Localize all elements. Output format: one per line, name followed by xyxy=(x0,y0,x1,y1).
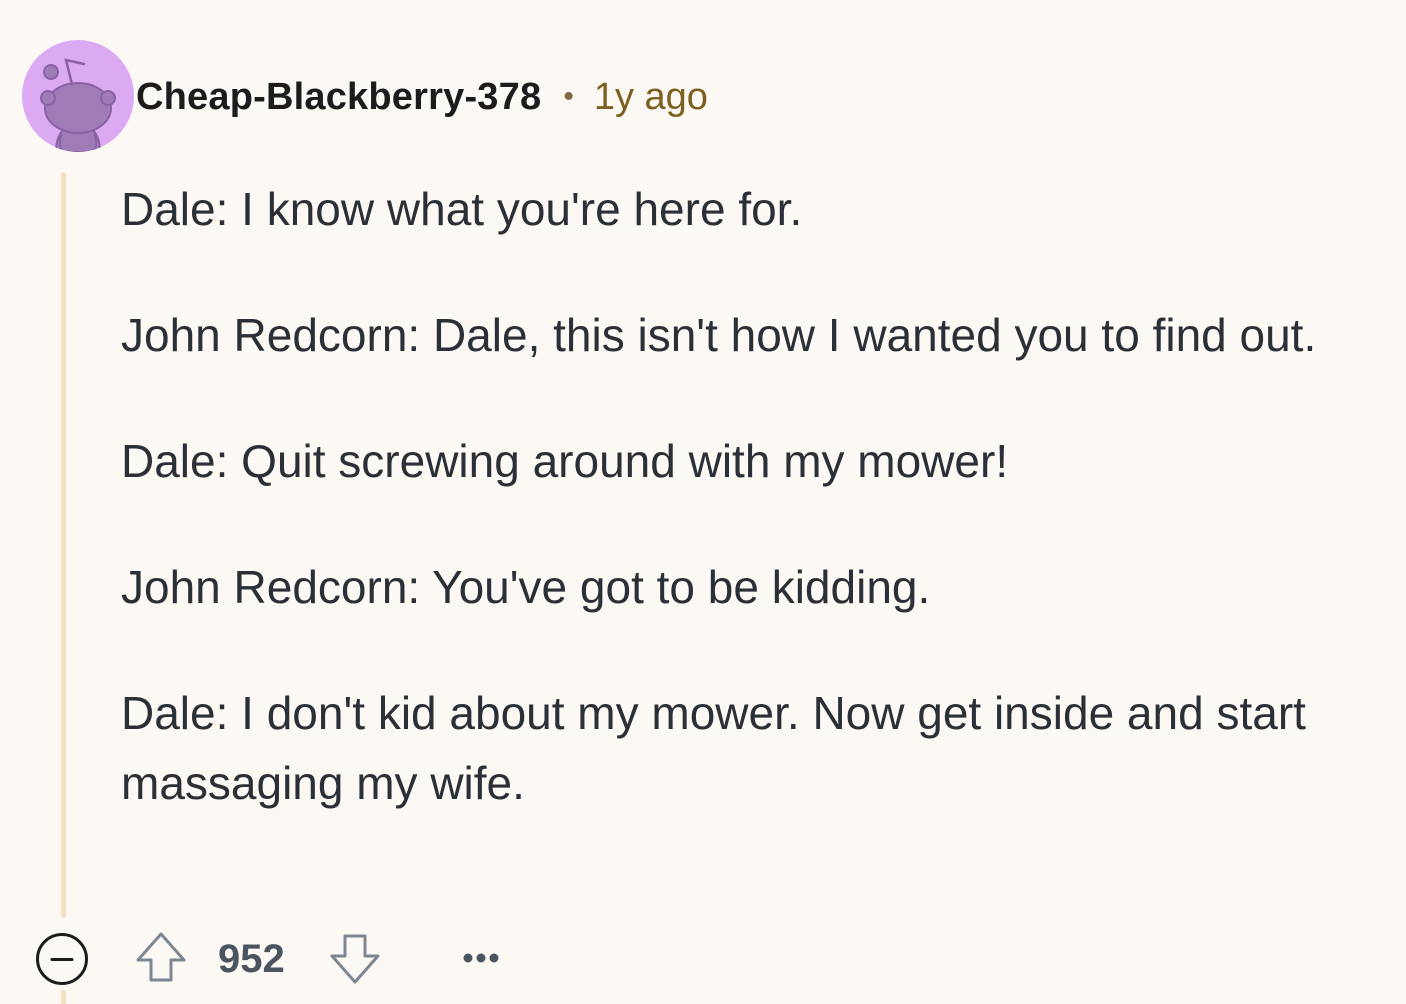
comment-paragraph: John Redcorn: You've got to be kidding. xyxy=(121,561,931,613)
comment-timestamp[interactable]: 1y ago xyxy=(594,76,708,119)
comment-action-bar: 952 xyxy=(0,924,1406,994)
more-options-button[interactable] xyxy=(458,936,504,982)
comment-paragraph: Dale: I know what you're here for. xyxy=(121,183,803,235)
thread-line[interactable] xyxy=(61,172,66,918)
vote-score: 952 xyxy=(218,937,285,981)
comment-paragraph: Dale: Quit screwing around with my mower… xyxy=(121,435,1009,487)
more-options-icon xyxy=(463,953,499,963)
collapse-minus-icon xyxy=(36,933,88,985)
downvote-arrow-icon xyxy=(330,934,380,984)
meta-separator: • xyxy=(563,80,574,113)
upvote-button[interactable] xyxy=(134,930,188,986)
username-link[interactable]: Cheap-Blackberry-378 xyxy=(136,76,541,119)
user-avatar[interactable] xyxy=(22,40,134,152)
upvote-arrow-icon xyxy=(136,932,186,982)
comment-body: Dale: I know what you're here for. John … xyxy=(121,174,1383,874)
comment-header: Cheap-Blackberry-378 • 1y ago xyxy=(136,70,708,124)
snoo-avatar-icon xyxy=(40,58,116,152)
collapse-button[interactable] xyxy=(35,932,89,986)
comment-paragraph: John Redcorn: Dale, this isn't how I wan… xyxy=(121,309,1317,361)
comment-paragraph: Dale: I don't kid about my mower. Now ge… xyxy=(121,687,1306,809)
downvote-button[interactable] xyxy=(328,930,382,986)
